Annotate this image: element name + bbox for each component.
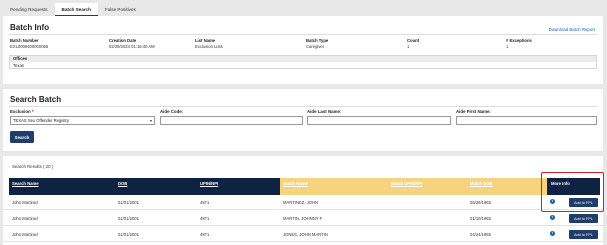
- cell-dob: 01/01/2001: [118, 232, 139, 237]
- tab-bar: Pending Requests Batch Search False Posi…: [0, 0, 607, 16]
- results-table-header: Search Name DOB UPIN/NPI Match Name Matc…: [3, 178, 603, 195]
- aide-first-name-input[interactable]: [456, 116, 597, 125]
- col-dob[interactable]: DOB: [115, 178, 197, 195]
- table-row: John Martinez 01/01/2001 4871 MARTIN, JO…: [3, 211, 603, 226]
- cell-upin-npi: 4871: [200, 232, 210, 237]
- count-label: Count: [407, 38, 420, 43]
- search-batch-title: Search Batch: [10, 95, 62, 104]
- cell-match-name: MARTIN, JOHNNY F: [283, 216, 323, 221]
- tab-false-positives[interactable]: False Positives: [98, 3, 143, 16]
- cell-match-name: JONES, JOHN MARTIN: [283, 232, 328, 237]
- cell-upin-npi: 4871: [200, 200, 210, 205]
- exceptions-value: 1: [506, 44, 509, 49]
- tab-pending-requests[interactable]: Pending Requests: [3, 3, 55, 16]
- cell-dob: 01/01/2001: [118, 200, 139, 205]
- list-name-value: Exclusion Lists: [195, 44, 223, 49]
- batch-number-label: Batch Number: [10, 38, 39, 43]
- exclusion-label-text: Exclusion: [10, 109, 31, 114]
- list-name-label: List Name: [195, 38, 216, 43]
- aide-last-name-input[interactable]: [307, 116, 451, 125]
- cell-search-name: John Martinez: [12, 216, 39, 221]
- batch-type-value: Caregiver: [306, 44, 325, 49]
- exceptions-label: # Exceptions: [506, 38, 532, 43]
- add-to-fpl-button[interactable]: Add to FPL: [569, 214, 598, 223]
- add-to-fpl-button[interactable]: Add to FPL: [569, 198, 598, 207]
- add-to-fpl-button[interactable]: Add to FPL: [569, 230, 598, 239]
- batch-info-panel: Batch Info Download Batch Report Batch N…: [3, 16, 603, 84]
- search-results-panel: Search Results ( 20 ) Search Name DOB UP…: [3, 156, 603, 245]
- divider: [9, 34, 597, 35]
- table-row: John Martinez 01/01/2001 4871 MARTINEZ, …: [3, 195, 603, 210]
- exclusion-select[interactable]: TEXAS Sex Offender Registry ▾: [10, 116, 155, 125]
- aide-code-input[interactable]: [160, 116, 303, 125]
- cell-search-name: John Martinez: [12, 200, 39, 205]
- aide-first-name-label: Aide First Name:: [456, 109, 491, 114]
- cell-match-name: MARTINEZ, JOHN: [283, 200, 319, 205]
- search-batch-panel: Search Batch Exclusion * TEXAS Sex Offen…: [3, 89, 603, 151]
- offices-value: Texas: [13, 63, 24, 68]
- download-batch-report-link[interactable]: Download Batch Report: [549, 27, 595, 32]
- search-results-count: Search Results ( 20 ): [12, 164, 54, 169]
- search-button[interactable]: Search: [10, 131, 34, 143]
- batch-info-title: Batch Info: [10, 23, 50, 32]
- creation-date-value: 02/29/2024 01:16:40 AM: [109, 44, 155, 49]
- col-match-upin-npi[interactable]: Match UPIN/NPI: [388, 178, 467, 195]
- aide-code-label: Aide Code:: [160, 109, 184, 114]
- table-row: John Martinez 01/01/2001 4871 JONES, JOH…: [3, 227, 603, 242]
- batch-type-label: Batch Type: [306, 38, 329, 43]
- offices-box: Offices Texas: [9, 55, 597, 69]
- exclusion-label: Exclusion *: [10, 109, 34, 114]
- creation-date-label: Creation Date: [109, 38, 137, 43]
- cell-match-dob: 04/24/1955: [470, 232, 491, 237]
- cell-search-name: John Martinez: [12, 232, 39, 237]
- chevron-down-icon: ▾: [149, 118, 152, 123]
- col-upin-npi[interactable]: UPIN/NPI: [197, 178, 280, 195]
- required-marker: *: [31, 109, 34, 114]
- cell-upin-npi: 4871: [200, 216, 210, 221]
- info-icon[interactable]: i: [550, 199, 555, 204]
- info-icon[interactable]: i: [550, 231, 555, 236]
- col-match-dob[interactable]: Match DOB: [467, 178, 547, 195]
- col-search-name[interactable]: Search Name: [9, 178, 115, 195]
- cell-dob: 01/01/2001: [118, 216, 139, 221]
- tab-batch-search[interactable]: Batch Search: [54, 3, 98, 16]
- exclusion-select-value: TEXAS Sex Offender Registry: [13, 118, 70, 123]
- info-icon[interactable]: i: [550, 215, 555, 220]
- batch-number-value: EXL0009400000065: [10, 44, 49, 49]
- col-match-name[interactable]: Match Name: [280, 178, 388, 195]
- count-value: 1: [407, 44, 410, 49]
- col-more-info: More Info: [547, 178, 600, 195]
- aide-last-name-label: Aide Last Name:: [307, 109, 342, 114]
- cell-match-dob: 01/10/1965: [470, 216, 491, 221]
- cell-match-dob: 05/29/1965: [470, 200, 491, 205]
- divider: [9, 106, 597, 107]
